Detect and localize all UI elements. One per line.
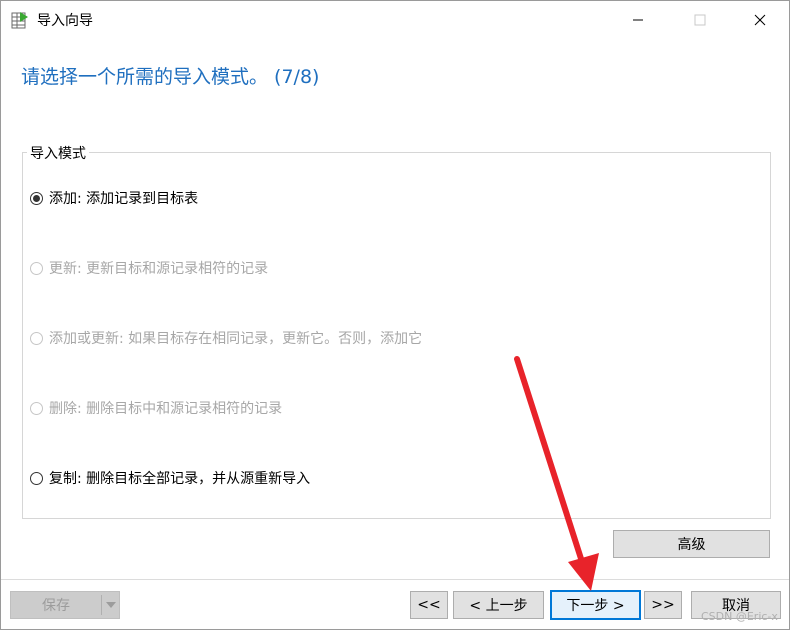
previous-step-button[interactable]: < 上一步 [453, 591, 544, 619]
next-step-button[interactable]: 下一步 > [550, 590, 641, 620]
watermark: CSDN @Eric-x [701, 610, 778, 623]
close-button[interactable] [737, 1, 783, 39]
radio-append[interactable] [30, 191, 43, 205]
step-heading: 请选择一个所需的导入模式。 (7/8) [21, 66, 320, 88]
table-import-icon [11, 12, 28, 29]
minimize-button[interactable] [615, 1, 661, 39]
option-update-label: 更新: 更新目标和源记录相符的记录 [49, 261, 269, 277]
last-step-button[interactable]: >> [644, 591, 682, 619]
minimize-icon [633, 19, 643, 21]
radio-append-or-update [30, 331, 43, 345]
maximize-button[interactable] [677, 1, 723, 39]
option-update: 更新: 更新目标和源记录相符的记录 [30, 258, 268, 278]
option-append-or-update: 添加或更新: 如果目标存在相同记录，更新它。否则，添加它 [30, 328, 422, 348]
footer-divider [1, 579, 789, 580]
save-split-button: 保存 [10, 591, 120, 619]
option-append-or-update-label: 添加或更新: 如果目标存在相同记录，更新它。否则，添加它 [49, 331, 423, 347]
option-delete: 删除: 删除目标中和源记录相符的记录 [30, 398, 282, 418]
option-delete-label: 删除: 删除目标中和源记录相符的记录 [49, 401, 283, 417]
window-title: 导入向导 [37, 13, 93, 29]
radio-copy[interactable] [30, 471, 43, 485]
title-bar[interactable]: 导入向导 [1, 1, 789, 39]
option-append[interactable]: 添加: 添加记录到目标表 [30, 188, 198, 208]
close-icon [754, 14, 766, 26]
option-copy-label: 复制: 删除目标全部记录，并从源重新导入 [49, 471, 311, 487]
advanced-button[interactable]: 高级 [613, 530, 770, 558]
first-step-button[interactable]: << [410, 591, 448, 619]
radio-delete [30, 401, 43, 415]
radio-update [30, 261, 43, 275]
import-wizard-window: 导入向导 请选择一个所需的导入模式。 (7/8) 导入模式 添加: 添加记录到目… [0, 0, 790, 630]
save-button: 保存 [42, 598, 70, 614]
save-dropdown [102, 592, 120, 618]
option-copy[interactable]: 复制: 删除目标全部记录，并从源重新导入 [30, 468, 310, 488]
maximize-icon [694, 14, 706, 26]
chevron-down-icon [106, 602, 116, 608]
import-mode-group-label: 导入模式 [27, 143, 89, 163]
option-append-label: 添加: 添加记录到目标表 [49, 191, 199, 207]
